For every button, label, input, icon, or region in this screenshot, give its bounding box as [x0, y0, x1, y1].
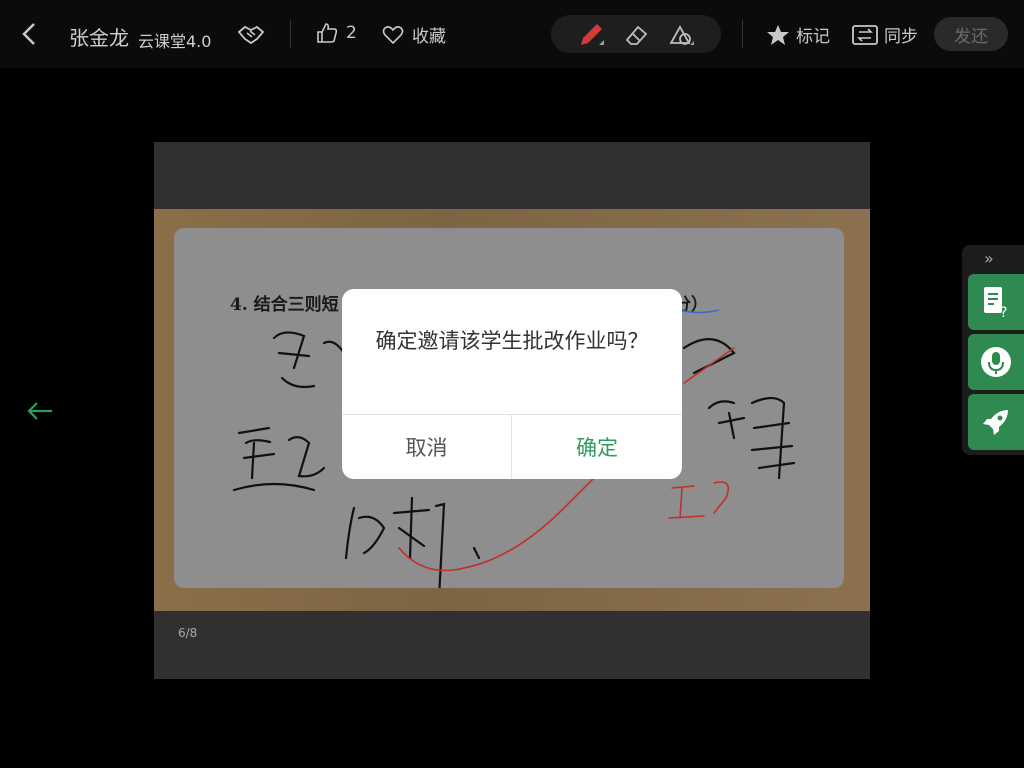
drawing-toolbar — [551, 15, 721, 53]
cancel-button[interactable]: 取消 — [342, 415, 511, 479]
top-bar: 张金龙 云课堂4.0 2 收藏 标记 同步 发还 — [0, 0, 1024, 68]
send-back-button[interactable]: 发还 — [934, 17, 1008, 51]
rocket-icon — [983, 410, 1008, 435]
handshake-button[interactable] — [236, 20, 266, 50]
dialog-message: 确定邀请该学生批改作业吗？ — [375, 329, 649, 353]
student-name: 张金龙 — [69, 26, 129, 50]
favorite-label: 收藏 — [412, 27, 446, 47]
like-count: 2 — [346, 23, 357, 43]
divider — [742, 20, 743, 48]
heart-icon — [382, 25, 404, 44]
handshake-icon — [237, 25, 265, 45]
side-tool-panel: » ? — [962, 245, 1024, 455]
star-icon — [767, 24, 789, 45]
shape-tool[interactable] — [667, 21, 695, 49]
pen-tool[interactable] — [577, 21, 605, 49]
eraser-icon — [625, 25, 648, 45]
mark-button[interactable]: 标记 — [766, 22, 830, 47]
thumbs-up-icon — [317, 23, 338, 43]
mark-label: 标记 — [796, 27, 830, 47]
rocket-button[interactable] — [968, 394, 1024, 450]
like-button[interactable]: 2 — [316, 22, 357, 44]
sync-button[interactable]: 同步 — [852, 22, 918, 47]
favorite-button[interactable]: 收藏 — [382, 22, 446, 47]
shapes-icon — [669, 25, 694, 45]
confirm-button[interactable]: 确定 — [512, 415, 682, 479]
voice-button[interactable] — [968, 334, 1024, 390]
question-doc-button[interactable]: ? — [968, 274, 1024, 330]
pen-icon — [581, 24, 604, 45]
chevron-left-icon — [22, 23, 35, 45]
back-button[interactable] — [14, 18, 46, 50]
page-indicator: 6/8 — [178, 626, 198, 640]
expand-panel-button[interactable]: » — [984, 249, 994, 268]
sync-icon — [852, 24, 878, 45]
divider — [290, 20, 291, 48]
previous-page-arrow-icon[interactable] — [24, 396, 56, 426]
sync-label: 同步 — [884, 27, 918, 47]
microphone-icon — [981, 347, 1011, 377]
confirm-dialog: 确定邀请该学生批改作业吗？ 取消 确定 — [342, 289, 682, 479]
eraser-tool[interactable] — [623, 21, 651, 49]
course-name: 云课堂4.0 — [138, 32, 212, 51]
question-document-icon: ? — [984, 287, 1007, 319]
svg-text:?: ? — [1000, 305, 1007, 319]
